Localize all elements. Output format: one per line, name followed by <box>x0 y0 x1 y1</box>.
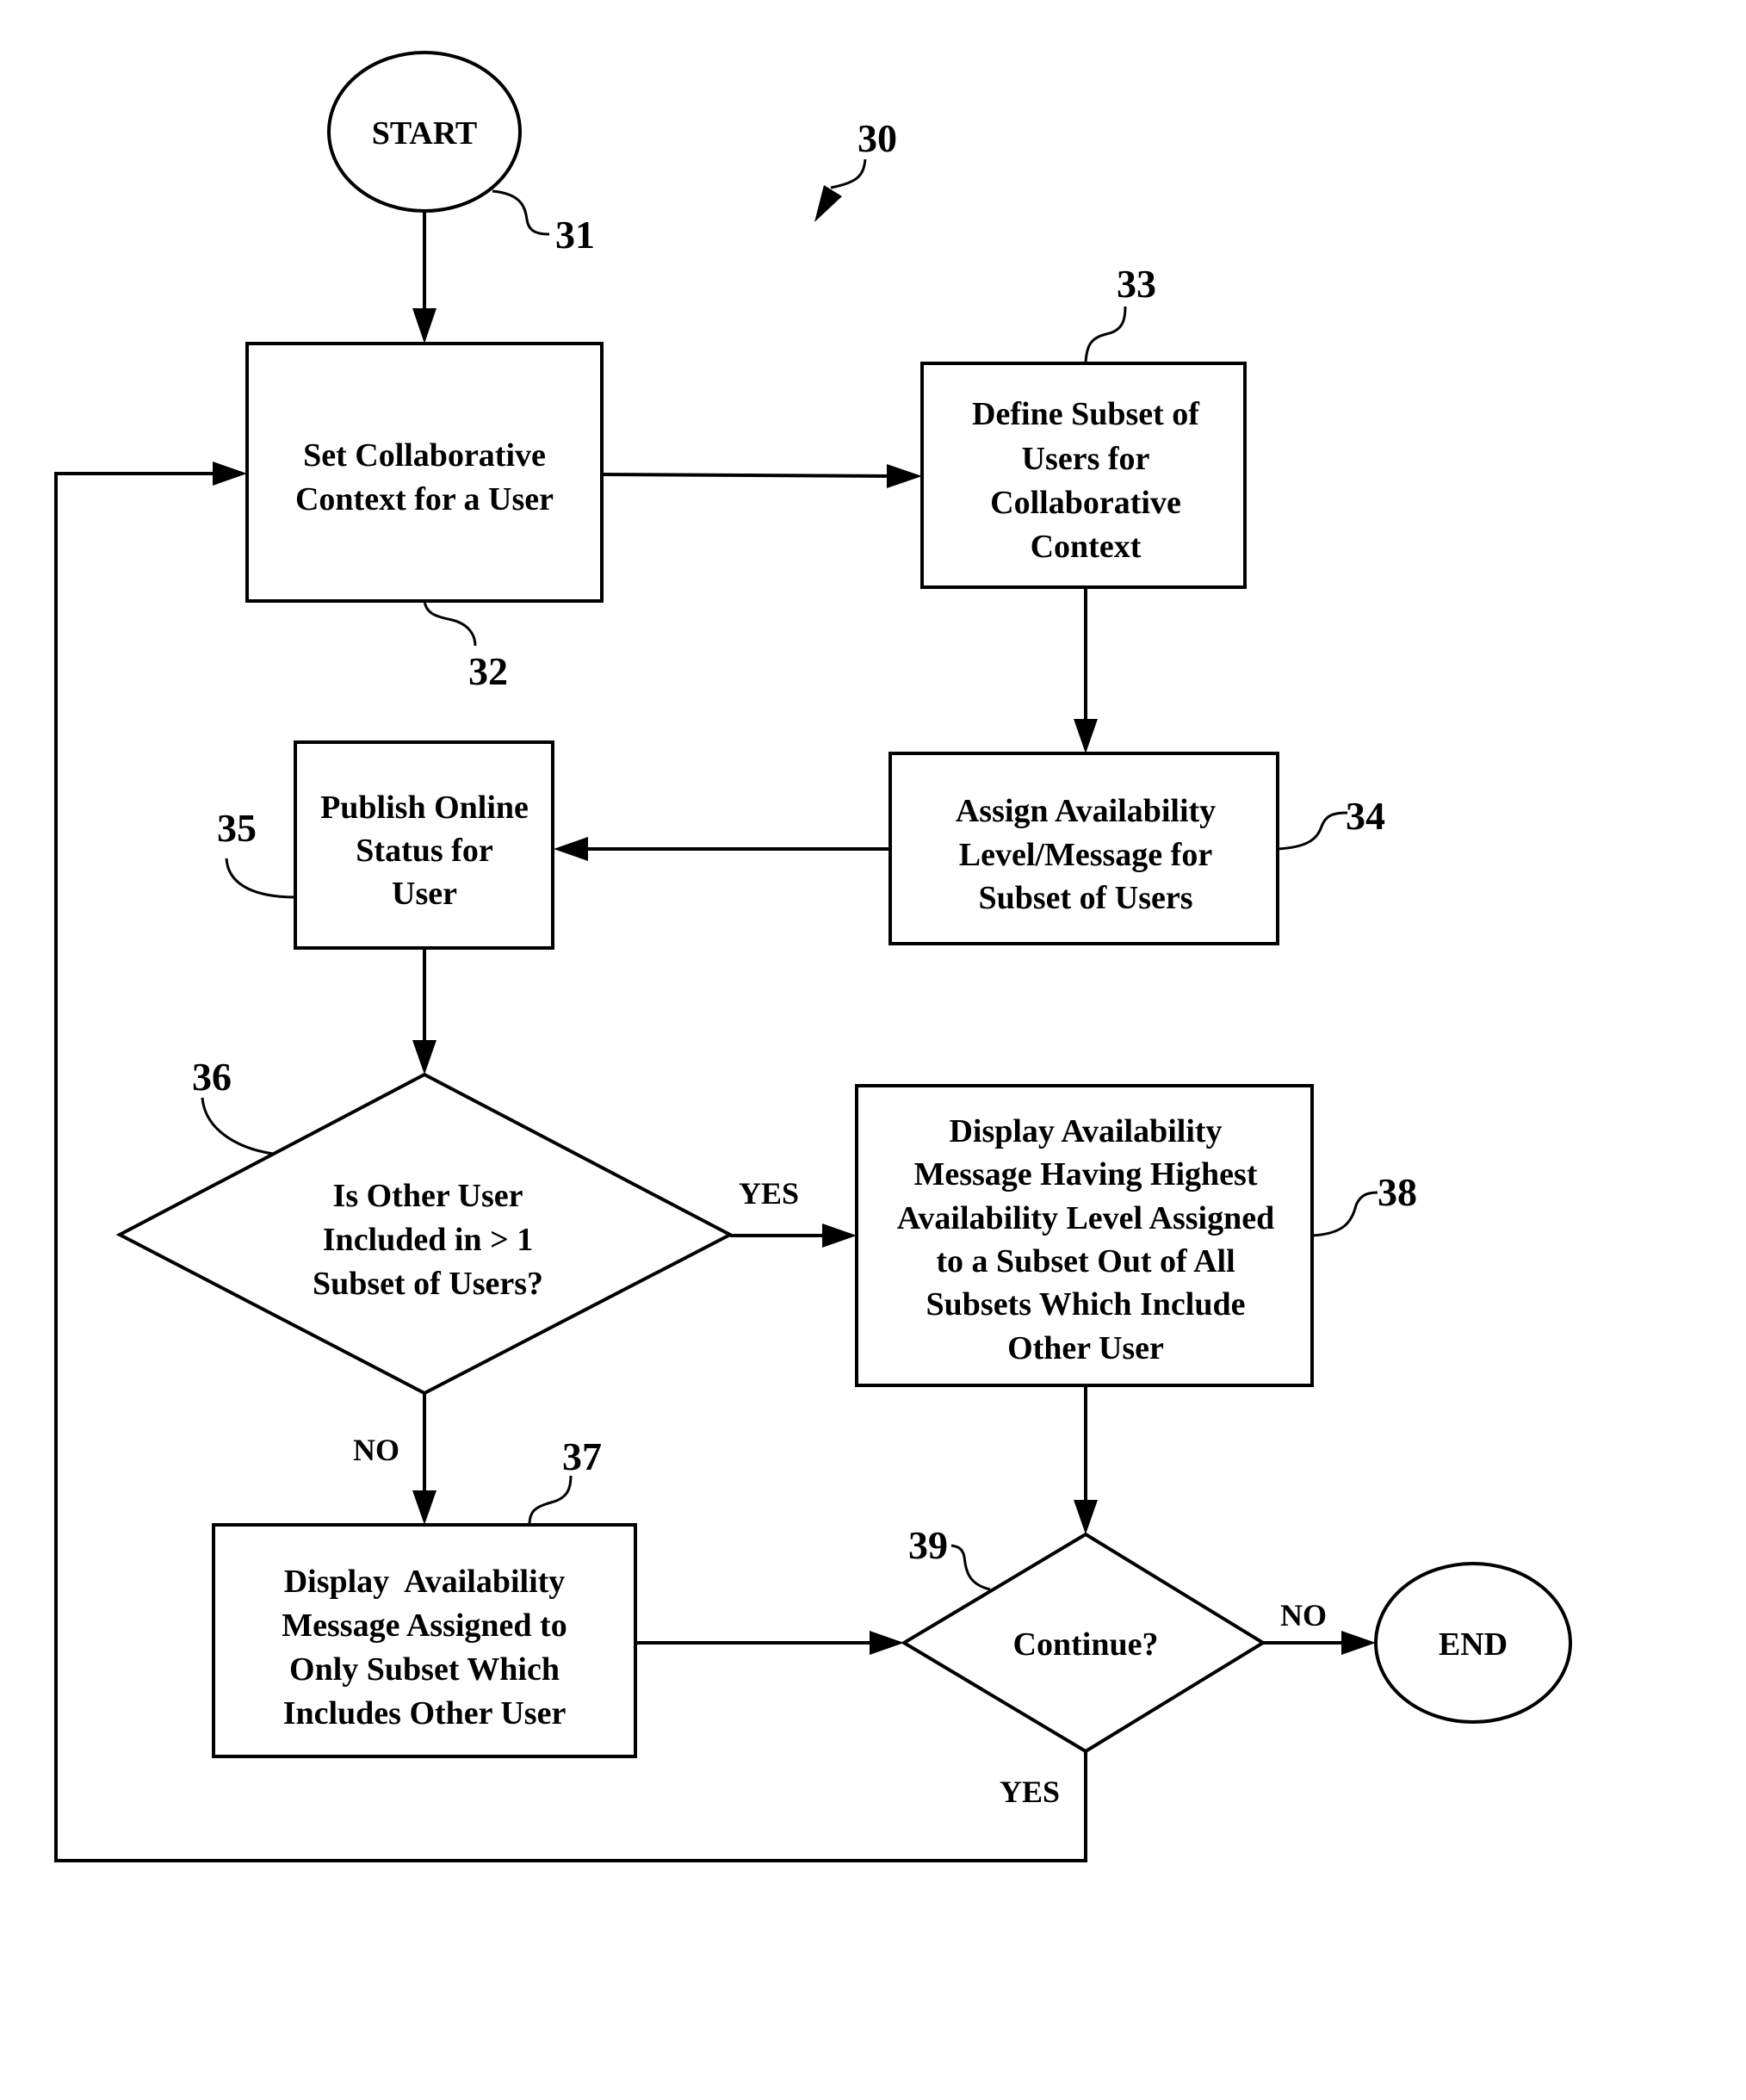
ref-35: 35 <box>217 806 257 850</box>
decision-continue-node: Continue? <box>901 1532 1266 1754</box>
branch-label-no: NO <box>353 1433 399 1467</box>
ref-33-leader <box>1084 306 1127 364</box>
branch-label-yes: YES <box>1000 1775 1060 1809</box>
display-single-line: Message Assigned to <box>282 1608 567 1644</box>
publish-status-node: Publish Online Status for User <box>294 740 554 950</box>
flowchart: START Set Collaborative Context for a Us… <box>54 51 1572 1862</box>
start-label: START <box>372 115 478 152</box>
ref-31-leader <box>492 189 550 236</box>
arrowhead <box>887 464 922 488</box>
ref-37: 37 <box>562 1434 602 1478</box>
end-label: END <box>1439 1626 1508 1663</box>
display-highest-node: Display Availability Message Having High… <box>855 1084 1314 1387</box>
ref-33: 33 <box>1117 262 1156 306</box>
ref-30-arrow <box>830 158 867 189</box>
ref-36: 36 <box>192 1055 232 1099</box>
ref-36-leader <box>201 1097 274 1155</box>
arrowhead <box>412 308 436 344</box>
display-highest-line: Availability Level Assigned <box>897 1200 1274 1236</box>
ref-38-leader <box>1311 1191 1378 1237</box>
define-subset-line: Define Subset of <box>972 396 1200 432</box>
ref-30: 30 <box>858 116 897 160</box>
assign-availability-line: Level/Message for <box>959 837 1213 873</box>
display-single-line: Only Subset Which <box>289 1651 560 1688</box>
set-context-line: Set Collaborative <box>303 437 546 474</box>
arrowhead <box>870 1631 904 1655</box>
ref-34-leader <box>1277 811 1348 851</box>
arrowhead <box>412 1040 436 1075</box>
display-single-line: Includes Other User <box>283 1695 567 1731</box>
define-subset-line: Collaborative <box>990 485 1181 521</box>
ref-32: 32 <box>468 649 508 693</box>
arrowhead <box>554 837 588 861</box>
end-node: END <box>1374 1562 1572 1724</box>
ref-32-leader <box>423 600 477 647</box>
ref-38: 38 <box>1378 1170 1417 1214</box>
display-highest-line: Other User <box>1007 1330 1164 1366</box>
display-single-line: Display Availability <box>284 1564 566 1600</box>
display-highest-line: Message Having Highest <box>914 1156 1258 1192</box>
assign-availability-node: Assign Availability Level/Message for Su… <box>888 752 1279 945</box>
assign-availability-line: Assign Availability <box>956 793 1216 829</box>
arrowhead <box>412 1490 436 1525</box>
arrowhead <box>814 185 842 222</box>
decision-multiple-subsets-line: Included in > 1 <box>323 1222 533 1258</box>
publish-status-line: Status for <box>356 833 493 869</box>
connector-set-context-to-define-subset <box>601 473 901 478</box>
set-context-line: Context for a User <box>295 481 554 517</box>
publish-status-line: Publish Online <box>320 790 529 826</box>
decision-multiple-subsets-line: Subset of Users? <box>313 1266 543 1302</box>
branch-label-no: NO <box>1280 1598 1327 1632</box>
ref-34: 34 <box>1346 794 1385 838</box>
arrowhead <box>1074 719 1098 753</box>
start-node: START <box>327 51 522 213</box>
ref-39: 39 <box>908 1523 948 1567</box>
ref-35-leader <box>225 858 296 899</box>
define-subset-line: Context <box>1031 529 1142 565</box>
arrowhead <box>822 1223 857 1248</box>
ref-31: 31 <box>555 213 595 257</box>
arrowhead <box>213 462 247 486</box>
decision-multiple-subsets-line: Is Other User <box>333 1178 523 1214</box>
decision-continue-label: Continue? <box>1013 1626 1159 1663</box>
display-highest-line: Subsets Which Include <box>926 1286 1246 1323</box>
branch-label-yes: YES <box>739 1176 799 1211</box>
define-subset-line: Users for <box>1022 441 1150 477</box>
display-single-node: Display Availability Message Assigned to… <box>212 1523 637 1758</box>
assign-availability-line: Subset of Users <box>978 880 1192 916</box>
arrowhead <box>1074 1500 1098 1534</box>
define-subset-node: Define Subset of Users for Collaborative… <box>920 362 1247 589</box>
set-context-node: Set Collaborative Context for a User <box>245 342 604 603</box>
display-highest-line: Display Availability <box>949 1113 1222 1149</box>
arrowhead <box>1341 1631 1376 1655</box>
ref-37-leader <box>528 1475 573 1526</box>
display-highest-line: to a Subset Out of All <box>936 1243 1235 1279</box>
ref-39-leader <box>950 1544 991 1591</box>
publish-status-line: User <box>392 876 457 912</box>
